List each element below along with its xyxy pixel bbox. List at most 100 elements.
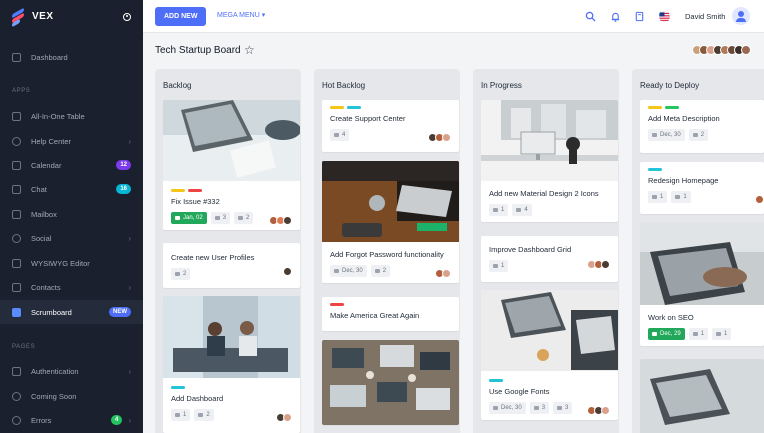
lock-icon — [12, 366, 21, 376]
card-members — [428, 133, 451, 142]
card-use-google-fonts[interactable]: Use Google Fonts Dec, 30 3 3 — [481, 290, 618, 420]
card-make-america-great-again[interactable]: Make America Great Again — [322, 297, 459, 331]
chevron-right-icon: › — [128, 366, 131, 376]
card-add-dashboard[interactable]: Add Dashboard 1 2 — [163, 296, 300, 433]
attachments-chip: 2 — [370, 265, 391, 277]
sidebar-item-help-center[interactable]: Help Center › — [0, 129, 143, 153]
card-cover-image — [481, 290, 618, 371]
comment-count: 1 — [183, 412, 187, 418]
sidebar-item-label: Authentication — [31, 366, 79, 376]
clock-icon — [12, 391, 21, 401]
comment-icon — [533, 406, 539, 410]
help-icon — [12, 136, 21, 146]
sidebar-item-wysiwyg-editor[interactable]: WYSIWYG Editor — [0, 251, 143, 275]
mega-menu-label: MEGA MENU — [217, 12, 260, 19]
card-members — [276, 413, 292, 422]
sidebar-item-authentication[interactable]: Authentication › — [0, 359, 143, 383]
alarm-icon — [493, 406, 498, 410]
sidebar-item-mailbox[interactable]: Mailbox — [0, 202, 143, 226]
attachment-count: 1 — [724, 331, 728, 337]
alarm-icon — [652, 332, 657, 336]
card-cover-image — [322, 161, 459, 242]
card-create-user-profiles[interactable]: Create new User Profiles 2 — [163, 243, 300, 288]
contacts-icon — [12, 282, 21, 292]
attachments-chip: 2 — [234, 212, 254, 224]
sidebar-collapse-toggle[interactable] — [123, 12, 131, 21]
comments-chip: 3 — [529, 402, 550, 414]
sidebar-item-social[interactable]: Social › — [0, 226, 143, 250]
comment-icon — [175, 413, 180, 417]
due-date: Dec, 30 — [660, 132, 681, 138]
card-fix-issue[interactable]: Fix Issue #332 Jan, 02 3 2 — [163, 100, 300, 230]
sidebar-item-calendar[interactable]: Calendar 12 — [0, 153, 143, 177]
due-date: Dec, 30 — [501, 405, 522, 411]
card-redesign-homepage[interactable]: Redesign Homepage 1 1 — [640, 162, 764, 214]
card-material-design-icons[interactable]: Add new Material Design 2 Icons 1 4 — [481, 100, 618, 222]
comment-count: 1 — [660, 194, 664, 200]
card-improve-dashboard-grid[interactable]: Improve Dashboard Grid 1 — [481, 236, 618, 282]
card-work-on-seo[interactable]: Work on SEO Dec, 29 1 1 — [640, 222, 764, 346]
sidebar-item-dashboard[interactable]: Dashboard — [0, 45, 143, 69]
chevron-right-icon: › — [128, 136, 131, 146]
sidebar-item-label: Help Center — [31, 136, 72, 146]
sidebar-item-chat[interactable]: Chat 16 — [0, 177, 143, 201]
chevron-right-icon: › — [128, 233, 131, 243]
comment-count: 2 — [183, 271, 187, 277]
comment-icon — [175, 272, 180, 276]
card-team-desk-image[interactable] — [322, 340, 459, 425]
calendar-badge: 12 — [116, 160, 131, 170]
alert-icon — [12, 415, 21, 425]
due-date: Jan, 02 — [183, 215, 203, 221]
sidebar-item-label: Mailbox — [31, 209, 57, 219]
attachments-chip: 2 — [194, 409, 214, 421]
sidebar-item-label: Coming Soon — [31, 391, 77, 401]
attachment-count: 2 — [382, 268, 387, 274]
card-members — [435, 269, 451, 278]
sidebar-item-label: Errors — [31, 415, 52, 425]
card-add-meta-description[interactable]: Add Meta Description Dec, 30 2 — [640, 100, 764, 153]
user-name[interactable]: David Smith — [685, 12, 725, 21]
search-icon[interactable] — [585, 11, 596, 22]
sidebar-item-label: Dashboard — [31, 52, 68, 62]
new-badge: NEW — [109, 307, 131, 317]
comment-icon — [214, 216, 220, 220]
add-new-button[interactable]: ADD NEW — [155, 7, 207, 26]
user-avatar[interactable] — [732, 7, 750, 25]
notifications-bell-icon[interactable] — [610, 11, 621, 22]
sidebar-item-coming-soon[interactable]: Coming Soon — [0, 384, 143, 408]
paperclip-icon — [516, 208, 522, 212]
us-flag-icon[interactable] — [659, 11, 670, 22]
comment-icon — [493, 264, 498, 268]
card-members — [755, 195, 764, 204]
card-cover-image — [163, 100, 300, 181]
card-cover-image — [640, 222, 764, 305]
card-forgot-password[interactable]: Add Forgot Password functionality Dec, 3… — [322, 161, 459, 283]
sidebar-item-errors[interactable]: Errors 4 › — [0, 408, 143, 432]
sidebar-item-scrumboard[interactable]: Scrumboard NEW — [0, 300, 143, 324]
card-laptop-image[interactable] — [640, 359, 764, 433]
sidebar-item-all-in-one-table[interactable]: All-In-One Table — [0, 104, 143, 128]
due-date-chip: Dec, 29 — [648, 328, 685, 340]
user-icon — [12, 233, 21, 243]
card-cover-image — [640, 359, 764, 433]
column-in-progress: In Progress Add new Material Design 2 Ic… — [473, 69, 619, 433]
board-members[interactable] — [692, 45, 751, 55]
attachment-count: 2 — [246, 215, 250, 221]
attachment-count: 2 — [700, 132, 705, 138]
attachment-count: 2 — [206, 412, 210, 418]
card-title: Fix Issue #332 — [171, 197, 220, 206]
bookmarks-icon[interactable] — [634, 11, 645, 22]
card-members — [587, 406, 610, 415]
card-cover-image — [322, 340, 459, 425]
sidebar-item-contacts[interactable]: Contacts › — [0, 275, 143, 299]
card-title: Add Meta Description — [648, 114, 720, 123]
mega-menu-dropdown[interactable]: MEGA MENU ▾ — [217, 11, 265, 19]
card-create-support-center[interactable]: Create Support Center 4 — [322, 100, 459, 152]
due-date: Dec, 30 — [342, 268, 363, 274]
sidebar-header: VEX — [0, 0, 143, 33]
card-members — [269, 216, 292, 225]
paperclip-icon — [374, 269, 380, 273]
star-icon[interactable]: ☆ — [244, 43, 255, 57]
comments-chip: 3 — [210, 212, 231, 224]
mail-icon — [12, 209, 21, 219]
